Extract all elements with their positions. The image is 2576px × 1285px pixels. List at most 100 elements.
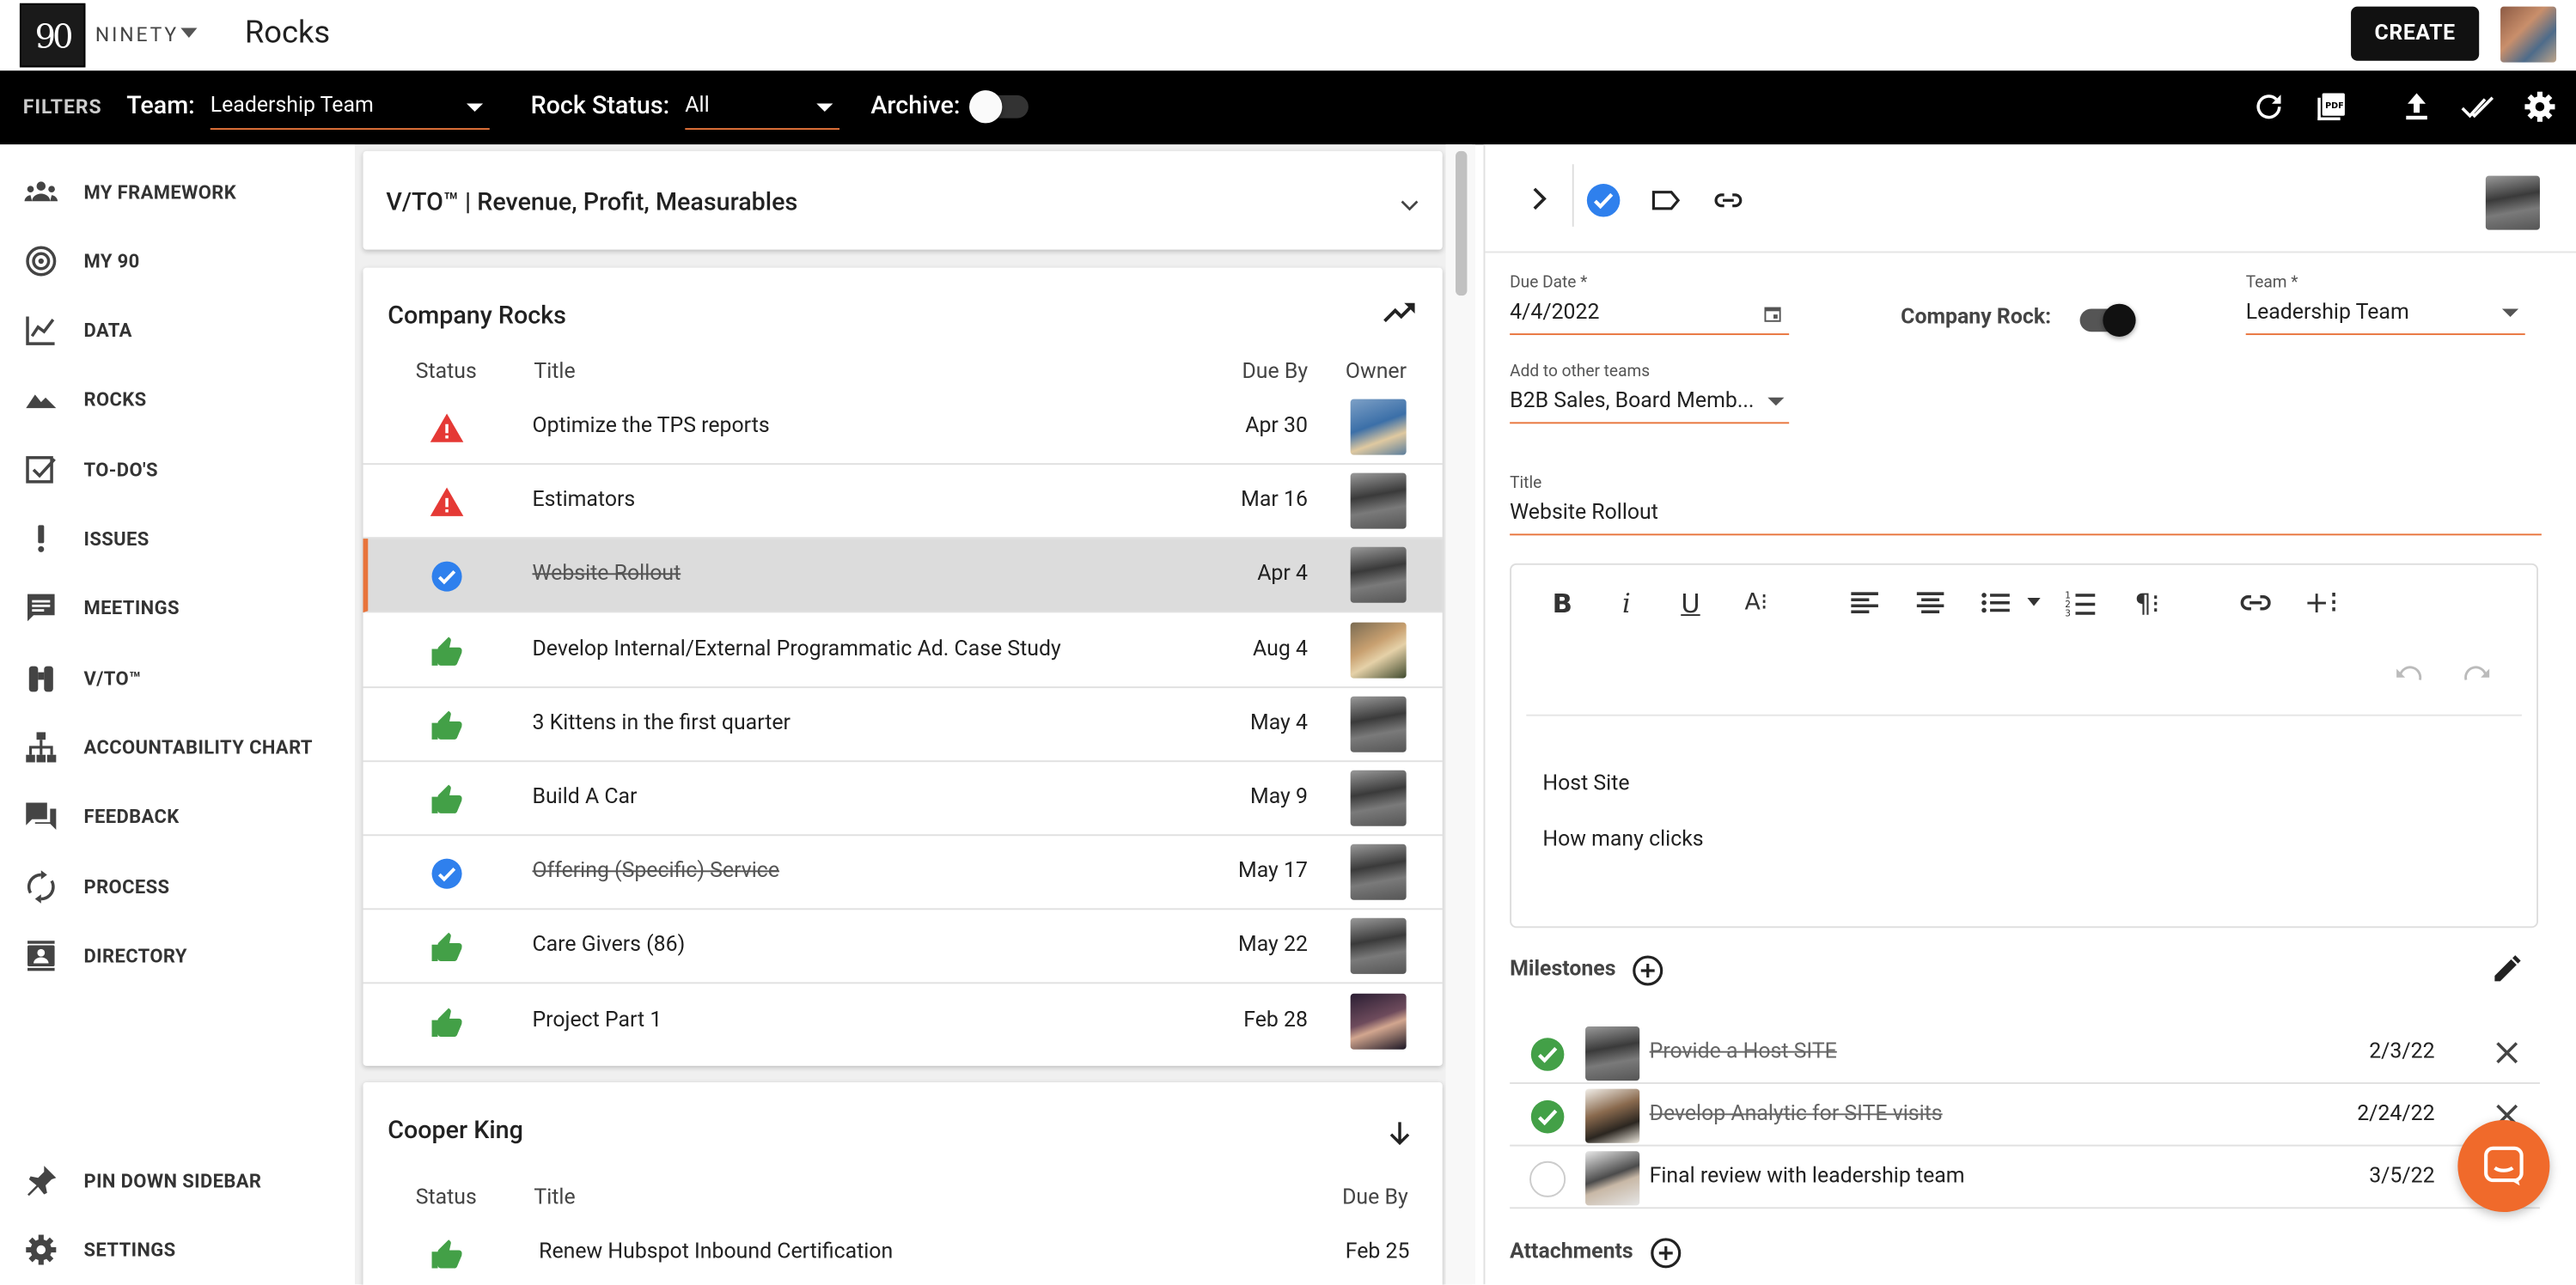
link-icon[interactable] [2236, 585, 2275, 621]
table-row[interactable]: Website Rollout Apr 4 [363, 539, 1443, 613]
other-teams-select[interactable]: B2B Sales, Board Memb... [1510, 389, 1754, 414]
column-header-owner[interactable]: Owner [1346, 360, 1407, 385]
trending-up-icon[interactable] [1382, 294, 1418, 330]
milestone-row[interactable]: Provide a Host SITE 2/3/22 [1510, 1021, 2540, 1084]
owner-avatar[interactable] [1350, 399, 1407, 455]
insert-more-icon[interactable]: +⁝ [2302, 585, 2341, 621]
sidebar-item-my-90[interactable]: MY 90 [0, 236, 355, 285]
due-date-input[interactable]: 4/4/2022 [1510, 301, 1599, 326]
pdf-icon[interactable]: PDF [2313, 88, 2349, 125]
chat-launcher-button[interactable] [2457, 1119, 2550, 1213]
owner-avatar[interactable] [2485, 175, 2540, 230]
underline-icon[interactable]: U [1671, 585, 1711, 621]
sidebar-item-issues[interactable]: ISSUES [0, 514, 355, 563]
italic-icon[interactable]: i [1607, 585, 1646, 621]
thumbs-up-icon[interactable] [429, 633, 465, 669]
column-header-status[interactable]: Status [416, 360, 477, 385]
title-input[interactable]: Website Rollout [1510, 501, 1658, 526]
add-milestone-icon[interactable] [1632, 954, 1664, 987]
milestone-date[interactable]: 3/5/22 [2369, 1165, 2434, 1190]
milestone-title[interactable]: Final review with leadership team [1650, 1165, 1965, 1190]
warning-icon[interactable] [429, 411, 465, 447]
pin-down-sidebar-button[interactable]: PIN DOWN SIDEBAR [0, 1156, 355, 1205]
chevron-right-icon[interactable] [1524, 184, 1554, 213]
sidebar-item-todos[interactable]: TO-DO'S [0, 445, 355, 494]
paragraph-icon[interactable]: ¶⁝ [2127, 585, 2167, 621]
scrollbar-track[interactable] [1445, 144, 1475, 1285]
chevron-down-icon[interactable] [180, 27, 198, 38]
owner-avatar[interactable] [1350, 473, 1407, 530]
milestone-row[interactable]: Final review with leadership team 3/5/22 [1510, 1147, 2540, 1209]
logo[interactable]: 90 [19, 3, 86, 68]
table-row[interactable]: Optimize the TPS reports Apr 30 [363, 391, 1443, 466]
upload-icon[interactable] [2399, 88, 2435, 125]
gear-icon[interactable] [2522, 88, 2558, 125]
check-circle-icon[interactable] [1529, 1099, 1566, 1135]
chevron-down-icon[interactable] [2500, 308, 2520, 320]
refresh-icon[interactable] [2250, 88, 2286, 125]
chevron-down-icon[interactable] [1398, 194, 1421, 217]
owner-avatar[interactable] [1350, 621, 1407, 678]
thumbs-up-icon[interactable] [429, 930, 465, 966]
column-header-title[interactable]: Title [534, 1185, 575, 1210]
check-circle-icon[interactable] [429, 856, 465, 892]
company-rock-toggle[interactable] [2079, 303, 2136, 337]
thumbs-up-icon[interactable] [429, 1004, 465, 1040]
align-center-icon[interactable] [1911, 585, 1950, 621]
scrollbar-thumb[interactable] [1456, 150, 1468, 296]
sidebar-item-my-framework[interactable]: MY FRAMEWORK [0, 167, 355, 216]
owner-avatar[interactable] [1350, 696, 1407, 752]
sidebar-item-vto[interactable]: V/TO™ [0, 654, 355, 703]
milestone-row[interactable]: Develop Analytic for SITE visits 2/24/22 [1510, 1084, 2540, 1147]
thumbs-up-icon[interactable] [429, 708, 465, 744]
owner-avatar[interactable] [1350, 547, 1407, 604]
redo-icon[interactable] [2461, 663, 2490, 686]
sidebar-item-directory[interactable]: DIRECTORY [0, 931, 355, 980]
table-row[interactable]: 3 Kittens in the first quarter May 4 [363, 688, 1443, 762]
milestone-date[interactable]: 2/3/22 [2369, 1039, 2434, 1064]
warning-icon[interactable] [429, 484, 465, 521]
thumbs-up-icon[interactable] [429, 1237, 465, 1273]
align-left-icon[interactable] [1845, 585, 1884, 621]
vto-card[interactable]: V/TO™ | Revenue, Profit, Measurables [363, 150, 1443, 250]
table-row[interactable]: Estimators Mar 16 [363, 465, 1443, 539]
sidebar-item-process[interactable]: PROCESS [0, 862, 355, 911]
chevron-down-icon[interactable] [1766, 396, 1785, 409]
close-icon[interactable] [2491, 1036, 2524, 1069]
edit-pencil-icon[interactable] [2491, 953, 2524, 985]
table-row[interactable]: Project Part 1 Feb 28 [363, 984, 1443, 1058]
sidebar-item-data[interactable]: DATA [0, 306, 355, 355]
sidebar-item-rocks[interactable]: ROCKS [0, 375, 355, 423]
label-icon[interactable] [1648, 184, 1684, 216]
undo-icon[interactable] [2396, 663, 2425, 686]
column-header-title[interactable]: Title [534, 360, 575, 385]
table-row[interactable]: Build A Car May 9 [363, 762, 1443, 837]
user-avatar[interactable] [2500, 6, 2557, 63]
column-header-status[interactable]: Status [416, 1185, 477, 1210]
column-header-due[interactable]: Due By [1342, 1185, 1408, 1210]
sidebar-item-meetings[interactable]: MEETINGS [0, 583, 355, 632]
column-header-due[interactable]: Due By [1242, 360, 1308, 385]
milestone-title[interactable]: Develop Analytic for SITE visits [1650, 1102, 1943, 1127]
arrow-down-icon[interactable] [1385, 1118, 1414, 1148]
sidebar-item-settings[interactable]: SETTINGS [0, 1225, 355, 1274]
font-size-icon[interactable]: A⁝ [1737, 585, 1776, 621]
link-icon[interactable] [1708, 184, 1748, 216]
done-all-icon[interactable] [2459, 88, 2495, 125]
archive-toggle[interactable] [969, 90, 1029, 124]
calendar-icon[interactable] [1763, 304, 1783, 324]
milestone-title[interactable]: Provide a Host SITE [1650, 1039, 1837, 1064]
rock-status-select[interactable]: All [685, 90, 840, 131]
chevron-down-icon[interactable] [2027, 597, 2041, 607]
numbered-list-icon[interactable]: 123 [2062, 585, 2102, 621]
owner-avatar[interactable] [1350, 770, 1407, 826]
empty-circle-icon[interactable] [1529, 1160, 1566, 1197]
description-editor[interactable]: B i U A⁝ 123 ¶⁝ +⁝ Host Site How many cl… [1510, 563, 2539, 929]
table-row[interactable]: Care Givers (86) May 22 [363, 910, 1443, 985]
team-select[interactable]: Leadership Team [2246, 301, 2409, 326]
bold-icon[interactable]: B [1542, 585, 1582, 621]
table-row[interactable]: Renew Hubspot Inbound Certification Feb … [363, 1217, 1443, 1285]
owner-avatar[interactable] [1350, 992, 1407, 1049]
check-circle-icon[interactable] [429, 559, 465, 595]
owner-avatar[interactable] [1350, 844, 1407, 901]
